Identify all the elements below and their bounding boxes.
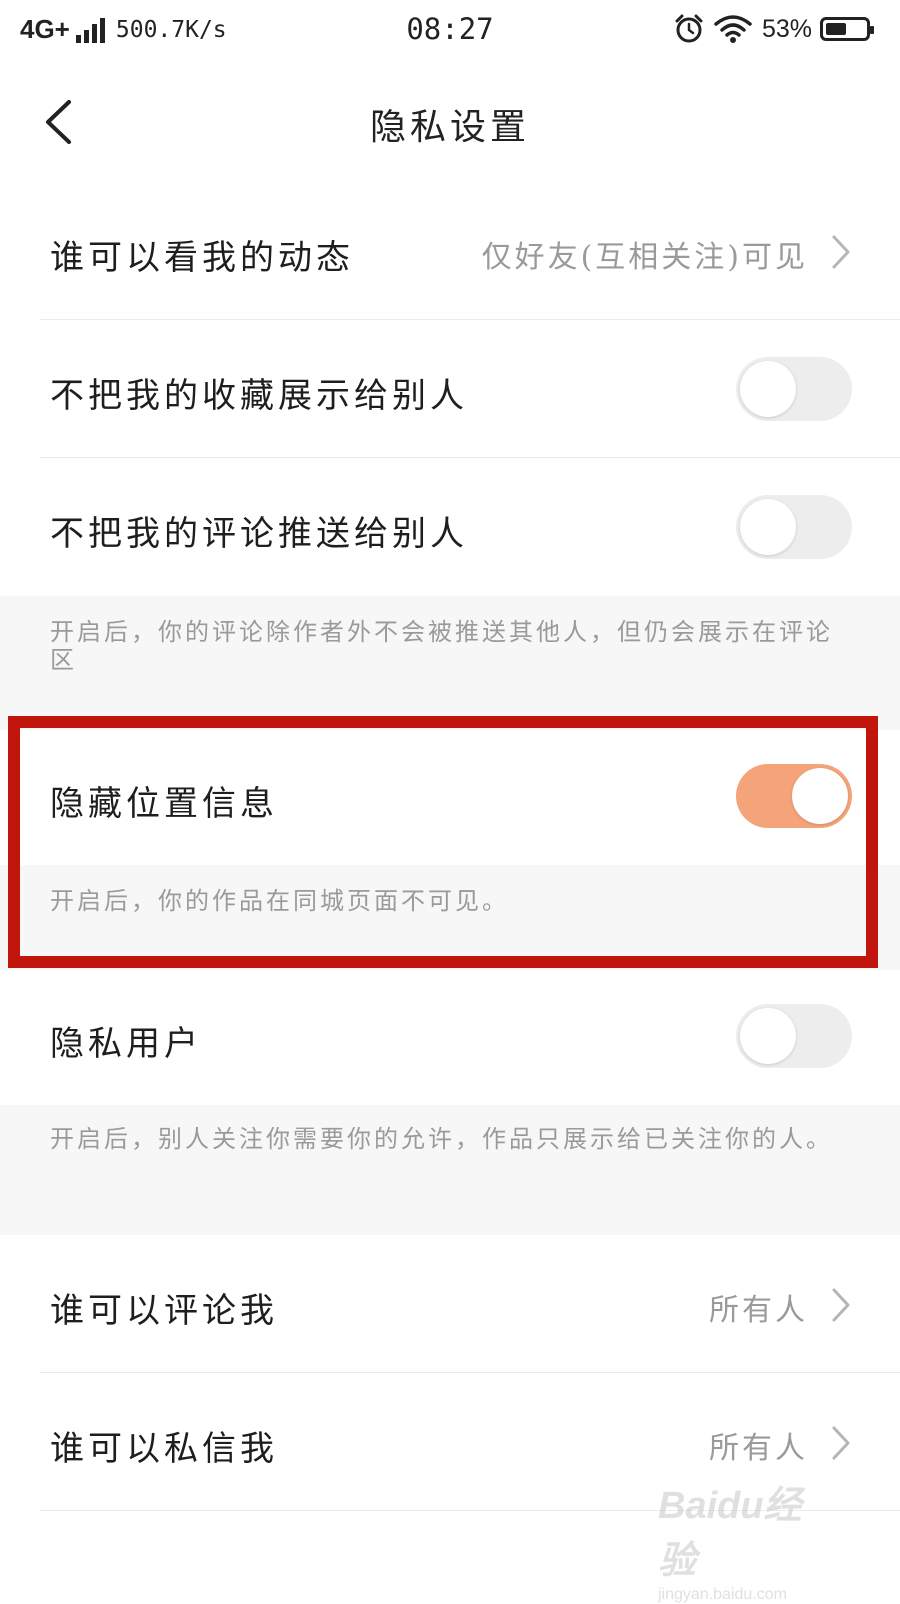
page-title: 隐私设置 [369,107,530,148]
row-value: 所有人 [709,1431,808,1466]
row-hide-comments: 不把我的评论推送给别人 [0,458,900,596]
watermark-url: jingyan.baidu.com [658,1586,787,1603]
battery-icon [820,17,874,41]
alarm-icon [675,14,703,43]
toggle-knob [740,499,796,555]
row-label: 不把我的评论推送给别人 [50,514,468,554]
note-text: 开启后，你的评论除作者外不会被推送其他人，但仍会展示在评论区 [50,618,833,674]
comments-note: 开启后，你的评论除作者外不会被推送其他人，但仍会展示在评论区 [0,596,900,730]
toggle-knob [740,361,796,417]
row-private-user: 隐私用户 [0,970,900,1105]
row-label: 谁可以看我的动态 [50,238,354,278]
row-value: 仅好友(互相关注)可见 [481,240,808,275]
hide-favorites-toggle[interactable] [736,357,852,421]
chevron-right-icon [832,1288,850,1322]
chevron-right-icon [832,1426,850,1460]
watermark-brand: Baidu经验 [658,1485,802,1582]
row-label: 不把我的收藏展示给别人 [50,376,468,416]
status-right: 53% [674,14,874,44]
toggle-knob [740,1008,796,1064]
chevron-right-icon [832,235,850,269]
row-label: 隐藏位置信息 [50,784,278,824]
row-hide-location: 隐藏位置信息 [0,730,900,865]
row-label: 隐私用户 [50,1024,202,1064]
status-bar: 4G+ 500.7K/s 08:27 53% [0,0,900,62]
location-note: 开启后，你的作品在同城页面不可见。 [0,865,900,970]
note-text: 开启后，你的作品在同城页面不可见。 [50,887,509,915]
row-hide-favorites: 不把我的收藏展示给别人 [0,320,900,458]
battery-fill [826,23,846,35]
note-text: 开启后，别人关注你需要你的允许，作品只展示给已关注你的人。 [50,1125,833,1153]
wifi-icon [714,15,752,43]
row-label: 谁可以私信我 [50,1429,278,1469]
watermark: Baidu经验 jingyan.baidu.com [658,1474,838,1603]
row-value: 所有人 [709,1293,808,1328]
toggle-knob [792,768,848,824]
hide-comments-toggle[interactable] [736,495,852,559]
private-user-toggle[interactable] [736,1004,852,1068]
nav-bar: 隐私设置 [0,62,900,183]
row-label: 谁可以评论我 [50,1291,278,1331]
row-who-can-comment[interactable]: 谁可以评论我 所有人 [0,1235,900,1373]
row-who-can-see-moments[interactable]: 谁可以看我的动态 仅好友(互相关注)可见 [0,182,900,320]
battery-percent: 53% [761,14,812,43]
hide-location-toggle[interactable] [736,764,852,828]
private-user-note: 开启后，别人关注你需要你的允许，作品只展示给已关注你的人。 [0,1105,900,1235]
